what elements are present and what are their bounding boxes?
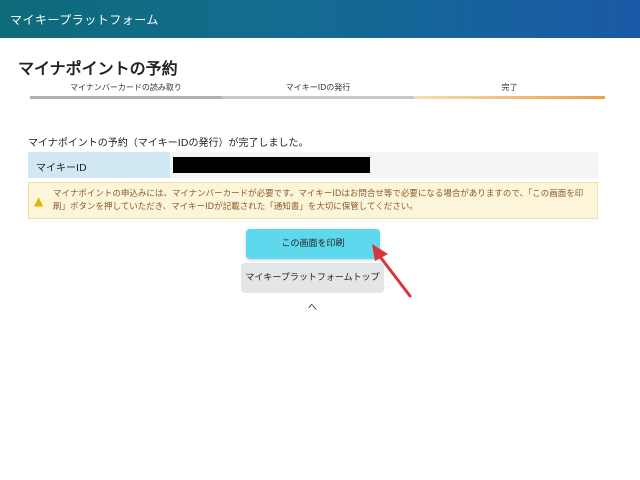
step-bar: [30, 96, 222, 99]
step-label: マイナンバーカードの読み取り: [70, 83, 182, 92]
page-title: マイナポイントの予約: [18, 59, 178, 78]
step-bar: [222, 96, 414, 99]
step-card-reading: マイナンバーカードの読み取り: [30, 82, 222, 99]
progress-steps: マイナンバーカードの読み取り マイキーIDの発行 完了: [30, 82, 605, 104]
header-bar: マイキープラットフォーム: [0, 0, 640, 38]
step-complete: 完了: [414, 82, 605, 99]
print-page-button[interactable]: この画面を印刷: [246, 229, 380, 259]
warning-icon: ▲: [34, 194, 44, 208]
step-label: 完了: [501, 83, 518, 92]
step-label: マイキーIDの発行: [285, 83, 351, 92]
notice-text: マイナポイントの申込みには、マイナンバーカードが必要です。マイキーIDはお問合せ…: [53, 189, 584, 212]
step-bar-active: [414, 96, 605, 99]
completion-message: マイナポイントの予約（マイキーIDの発行）が完了しました。: [28, 138, 309, 149]
app-title[interactable]: マイキープラットフォーム: [10, 11, 159, 28]
step-id-issue: マイキーIDの発行: [222, 82, 414, 99]
mykey-id-row: マイキーID: [28, 152, 598, 178]
notice-box: ▲ マイナポイントの申込みには、マイナンバーカードが必要です。マイキーIDはお問…: [28, 182, 598, 219]
mykey-id-value-redacted: [173, 157, 370, 173]
platform-top-button[interactable]: マイキープラットフォームトップへ: [241, 263, 384, 313]
mykey-id-label: マイキーID: [28, 152, 170, 178]
